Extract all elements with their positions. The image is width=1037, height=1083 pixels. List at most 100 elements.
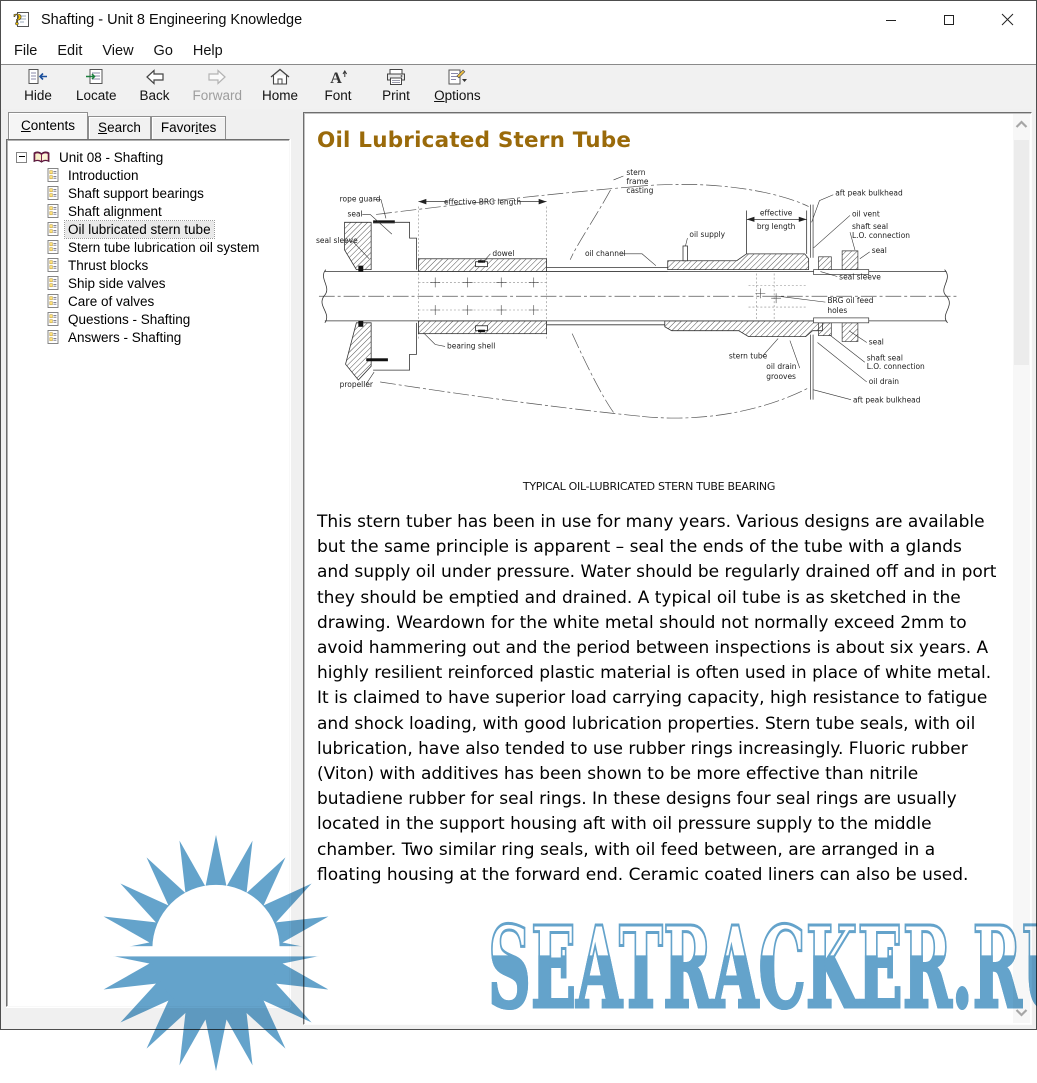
home-label: Home (262, 88, 298, 103)
tree-item-thrust-blocks[interactable]: Thrust blocks (11, 256, 287, 274)
menu-bar: File Edit View Go Help (1, 38, 1036, 65)
tab-contents[interactable]: Contents (8, 112, 88, 139)
topic-page-icon (47, 240, 59, 254)
locate-button[interactable]: Locate (67, 67, 126, 103)
back-button[interactable]: Back (126, 67, 184, 103)
help-book-question-icon: ? (12, 10, 32, 30)
hide-panel-icon (26, 67, 50, 88)
tree-item-shaft-support-bearings[interactable]: Shaft support bearings (11, 184, 287, 202)
topic-page-icon (47, 186, 59, 200)
topic-page-icon (47, 294, 59, 308)
diagram-label: effective (760, 208, 793, 217)
back-arrow-icon (143, 67, 167, 88)
topic-content: Oil Lubricated Stern Tube (305, 114, 1013, 1023)
titlebar: ? Shafting - Unit 8 Engineering Knowledg… (1, 1, 1036, 38)
diagram-label: seal (348, 209, 363, 218)
locate-icon (84, 67, 108, 88)
svg-text:?: ? (13, 11, 22, 29)
hide-label: Hide (24, 88, 52, 103)
tree-item-questions-shafting[interactable]: Questions - Shafting (11, 310, 287, 328)
font-label: Font (325, 88, 352, 103)
scrollbar-thumb[interactable] (1014, 140, 1029, 365)
menu-file[interactable]: File (4, 40, 47, 63)
diagram-label: L.O. connection (852, 231, 910, 240)
diagram-label: oil supply (689, 230, 725, 239)
diagram-label: seal (869, 338, 884, 347)
diagram-label: stern (626, 168, 645, 177)
diagram-label: L.O. connection (867, 362, 925, 371)
diagram-label: dowel (492, 249, 514, 258)
minimize-icon[interactable] (862, 1, 920, 38)
locate-label: Locate (76, 88, 117, 103)
tree-item-care-of-valves[interactable]: Care of valves (11, 292, 287, 310)
menu-view[interactable]: View (92, 40, 143, 63)
options-button[interactable]: Options (425, 67, 490, 103)
tree-item-introduction[interactable]: Introduction (11, 166, 287, 184)
topic-content-pane: Oil Lubricated Stern Tube (303, 112, 1032, 1025)
svg-text:A: A (330, 70, 342, 87)
diagram-label: shaft seal (852, 222, 888, 231)
close-icon[interactable] (978, 1, 1036, 38)
diagram-label: seal sleeve (839, 272, 881, 281)
diagram-label: oil vent (852, 209, 880, 218)
pane-splitter[interactable] (293, 109, 303, 1029)
menu-edit[interactable]: Edit (47, 40, 92, 63)
window-title: Shafting - Unit 8 Engineering Knowledge (41, 12, 302, 28)
topic-page-icon (47, 276, 59, 290)
collapse-minus-icon[interactable] (16, 152, 27, 163)
forward-button[interactable]: Forward (184, 67, 252, 103)
font-button[interactable]: A Font (309, 67, 367, 103)
tree-item-answers-shafting[interactable]: Answers - Shafting (11, 328, 287, 346)
tree-root-label[interactable]: Unit 08 - Shafting (56, 149, 166, 166)
diagram-label: holes (827, 306, 847, 315)
options-label: Options (434, 88, 481, 103)
printer-icon (384, 67, 408, 88)
diagram-label: stern tube (729, 351, 768, 360)
tree-item-oil-lubricated-stern-tube[interactable]: Oil lubricated stern tube (11, 220, 287, 238)
topic-page-icon (47, 312, 59, 326)
print-button[interactable]: Print (367, 67, 425, 103)
home-icon (268, 67, 292, 88)
diagram-caption: TYPICAL OIL-LUBRICATED STERN TUBE BEARIN… (315, 480, 983, 493)
main-area: Contents Search Favorites (1, 109, 1036, 1029)
contents-tree-panel: Unit 08 - Shafting Introduction Shaft su… (6, 139, 290, 1007)
menu-go[interactable]: Go (144, 40, 183, 63)
diagram-label: oil drain (766, 362, 797, 371)
topic-page-icon (47, 204, 59, 218)
diagram-label: aft peak bulkhead (835, 189, 903, 198)
diagram-label: brg length (757, 222, 796, 231)
diagram-label: oil channel (585, 249, 626, 258)
vertical-scrollbar[interactable] (1013, 114, 1030, 1023)
tree-item-ship-side-valves[interactable]: Ship side valves (11, 274, 287, 292)
home-button[interactable]: Home (251, 67, 309, 103)
tab-favorites[interactable]: Favorites (151, 116, 227, 139)
forward-label: Forward (193, 88, 243, 103)
forward-arrow-icon (205, 67, 229, 88)
tree-item-shaft-alignment[interactable]: Shaft alignment (11, 202, 287, 220)
tree-item-stern-tube-lubrication-oil-system[interactable]: Stern tube lubrication oil system (11, 238, 287, 256)
help-viewer-window: ? Shafting - Unit 8 Engineering Knowledg… (0, 0, 1037, 1030)
topic-page-icon (47, 258, 59, 272)
chevron-down-icon[interactable] (1013, 1008, 1030, 1017)
stern-tube-diagram: effective BRG length effective brg lengt… (315, 163, 1013, 464)
menu-help[interactable]: Help (183, 40, 233, 63)
diagram-label: shaft seal (867, 353, 903, 362)
diagram-label: seal (872, 246, 887, 255)
hide-button[interactable]: Hide (9, 67, 67, 103)
diagram-label: bearing shell (447, 341, 495, 350)
options-page-icon (445, 67, 469, 88)
maximize-icon[interactable] (920, 1, 978, 38)
diagram-label: propeller (340, 380, 374, 389)
chevron-up-icon[interactable] (1013, 120, 1030, 129)
navigation-sidebar: Contents Search Favorites (1, 109, 293, 1029)
print-label: Print (382, 88, 410, 103)
tab-search[interactable]: Search (88, 116, 151, 139)
page-title: Oil Lubricated Stern Tube (317, 128, 1013, 153)
topic-paragraph: This stern tuber has been in use for man… (317, 510, 999, 888)
tree-root-unit-08[interactable]: Unit 08 - Shafting (11, 148, 287, 166)
diagram-label: effective BRG length (444, 198, 521, 207)
open-book-icon (33, 150, 50, 164)
diagram-label: rope guard (340, 195, 381, 204)
topic-page-icon (47, 168, 59, 182)
toolbar: Hide Locate Back (1, 65, 1036, 111)
